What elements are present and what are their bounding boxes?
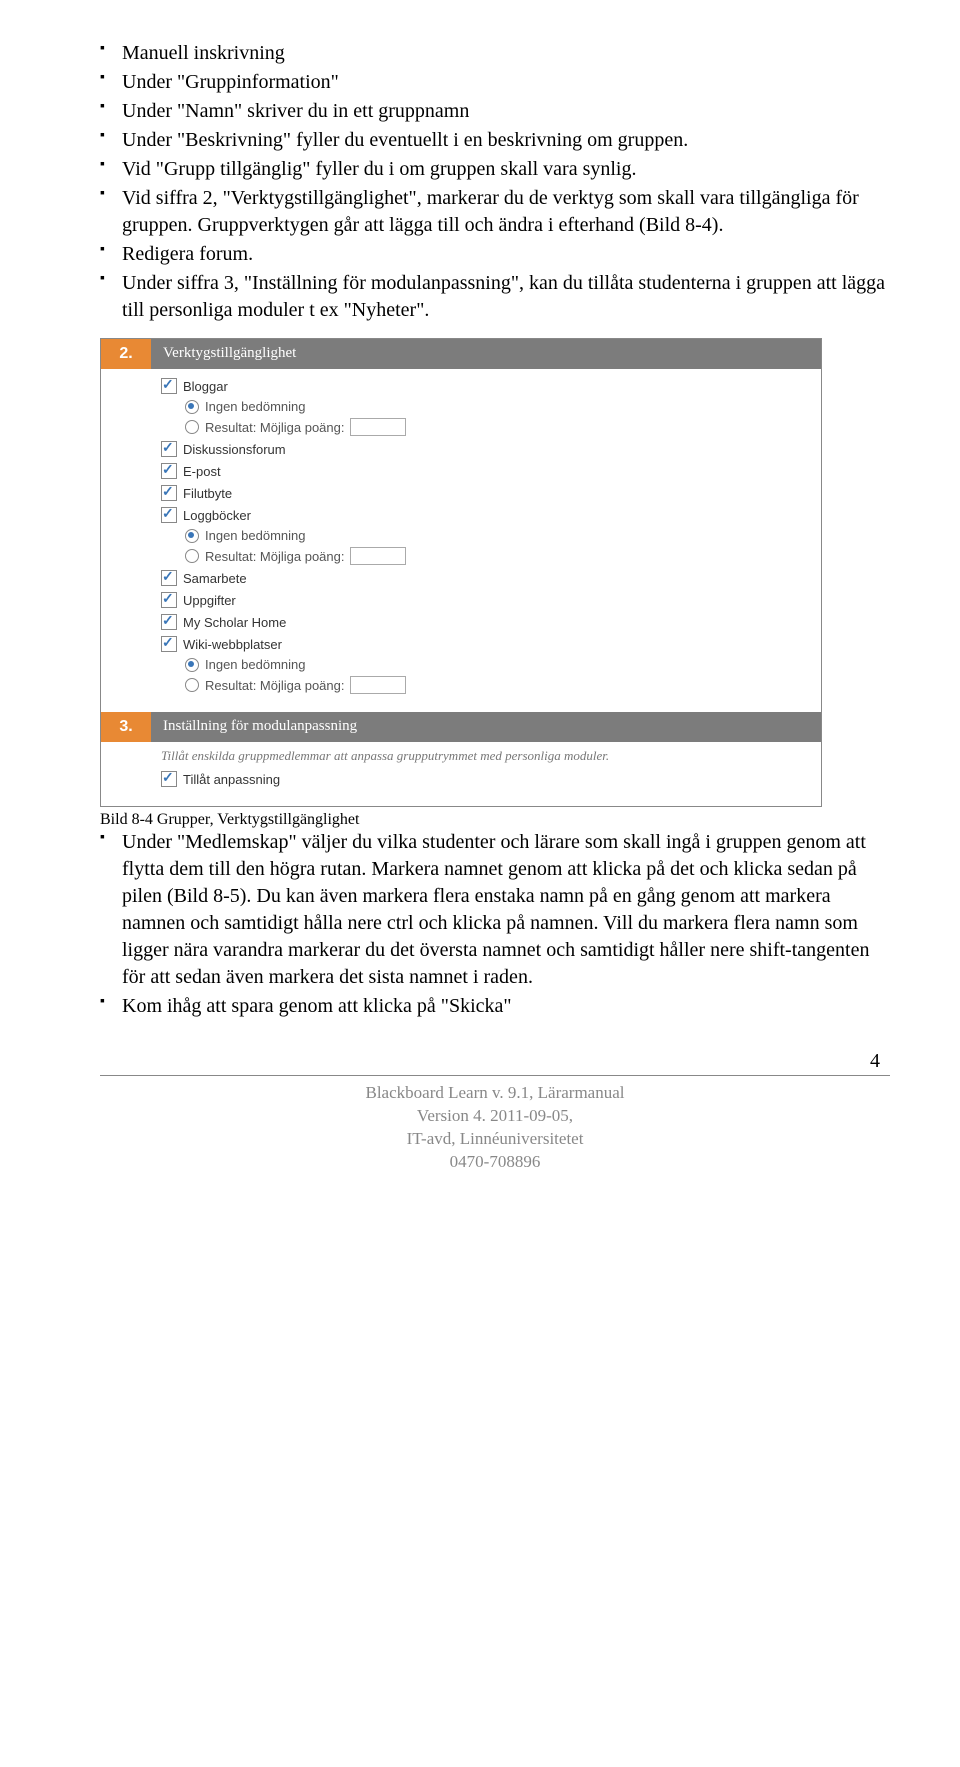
bottom-bullet-list: Under "Medlemskap" väljer du vilka stude… [100, 829, 890, 1020]
tool-8-radio-0[interactable] [185, 658, 199, 672]
section-2-number: 2. [101, 339, 151, 369]
tool-8-radio-1[interactable] [185, 678, 199, 692]
section-3-body: Tillåt anpassning [101, 768, 821, 806]
tool-row-5: Samarbete [161, 567, 811, 589]
tool-checkbox-8[interactable] [161, 636, 177, 652]
tool-4-radio-row-0: Ingen bedömning [161, 526, 811, 545]
tool-label-5: Samarbete [183, 571, 247, 586]
tool-label-3: Filutbyte [183, 486, 232, 501]
tool-checkbox-6[interactable] [161, 592, 177, 608]
tool-row-2: E-post [161, 460, 811, 482]
tool-checkbox-3[interactable] [161, 485, 177, 501]
tool-row-7: My Scholar Home [161, 611, 811, 633]
allow-customization-label: Tillåt anpassning [183, 772, 280, 787]
tool-row-8: Wiki-webbplatser [161, 633, 811, 655]
tool-label-0: Bloggar [183, 379, 228, 394]
top-bullet-1: Under "Gruppinformation" [100, 69, 890, 96]
tool-0-radio-label-1: Resultat: Möjliga poäng: [205, 420, 344, 435]
tool-label-2: E-post [183, 464, 221, 479]
tool-4-radio-row-1: Resultat: Möjliga poäng: [161, 545, 811, 567]
tool-row-1: Diskussionsforum [161, 438, 811, 460]
tool-label-7: My Scholar Home [183, 615, 286, 630]
tool-checkbox-0[interactable] [161, 378, 177, 394]
tool-4-radio-label-0: Ingen bedömning [205, 528, 305, 543]
tool-0-radio-label-0: Ingen bedömning [205, 399, 305, 414]
section-3-title: Inställning för modulanpassning [151, 712, 821, 742]
top-bullet-list: Manuell inskrivningUnder "Gruppinformati… [100, 40, 890, 324]
tool-row-4: Loggböcker [161, 504, 811, 526]
top-bullet-6: Redigera forum. [100, 241, 890, 268]
tool-label-6: Uppgifter [183, 593, 236, 608]
tool-checkbox-2[interactable] [161, 463, 177, 479]
tool-8-radio-label-0: Ingen bedömning [205, 657, 305, 672]
footer-divider [100, 1075, 890, 1076]
bottom-bullet-0: Under "Medlemskap" väljer du vilka stude… [100, 829, 890, 991]
section-2-title: Verktygstillgänglighet [151, 339, 821, 369]
tool-label-8: Wiki-webbplatser [183, 637, 282, 652]
embedded-ui-screenshot: 2. Verktygstillgänglighet Bloggar Ingen b… [100, 338, 822, 807]
tool-0-radio-0[interactable] [185, 400, 199, 414]
bottom-bullet-1: Kom ihåg att spara genom att klicka på "… [100, 993, 890, 1020]
figure-caption: Bild 8-4 Grupper, Verktygstillgänglighet [100, 811, 890, 829]
tool-4-radio-1[interactable] [185, 549, 199, 563]
top-bullet-4: Vid "Grupp tillgänglig" fyller du i om g… [100, 156, 890, 183]
tool-label-1: Diskussionsforum [183, 442, 286, 457]
footer-text: Blackboard Learn v. 9.1, LärarmanualVers… [100, 1082, 890, 1204]
tool-8-radio-row-0: Ingen bedömning [161, 655, 811, 674]
tool-checkbox-4[interactable] [161, 507, 177, 523]
tool-0-radio-1[interactable] [185, 420, 199, 434]
top-bullet-3: Under "Beskrivning" fyller du eventuellt… [100, 127, 890, 154]
tool-checkbox-7[interactable] [161, 614, 177, 630]
page-number: 4 [100, 1050, 890, 1073]
footer-line-3: 0470-708896 [100, 1151, 890, 1174]
tool-checkbox-1[interactable] [161, 441, 177, 457]
top-bullet-7: Under siffra 3, "Inställning för modulan… [100, 270, 890, 324]
footer-line-1: Version 4. 2011-09-05, [100, 1105, 890, 1128]
section-3-description: Tillåt enskilda gruppmedlemmar att anpas… [101, 742, 821, 768]
allow-customization-row: Tillåt anpassning [161, 768, 811, 790]
section-2-body: Bloggar Ingen bedömning Resultat: Möjliga … [101, 369, 821, 712]
tool-8-points-input-1[interactable] [350, 676, 406, 694]
section-2-header: 2. Verktygstillgänglighet [101, 339, 821, 369]
footer-line-0: Blackboard Learn v. 9.1, Lärarmanual [100, 1082, 890, 1105]
top-bullet-2: Under "Namn" skriver du in ett gruppnamn [100, 98, 890, 125]
section-3-header: 3. Inställning för modulanpassning [101, 712, 821, 742]
top-bullet-5: Vid siffra 2, "Verktygstillgänglighet", … [100, 185, 890, 239]
footer-line-2: IT-avd, Linnéuniversitetet [100, 1128, 890, 1151]
tool-4-points-input-1[interactable] [350, 547, 406, 565]
tool-4-radio-label-1: Resultat: Möjliga poäng: [205, 549, 344, 564]
allow-customization-checkbox[interactable] [161, 771, 177, 787]
top-bullet-0: Manuell inskrivning [100, 40, 890, 67]
tool-checkbox-5[interactable] [161, 570, 177, 586]
tool-8-radio-label-1: Resultat: Möjliga poäng: [205, 678, 344, 693]
tool-row-6: Uppgifter [161, 589, 811, 611]
tool-row-0: Bloggar [161, 375, 811, 397]
tool-0-radio-row-0: Ingen bedömning [161, 397, 811, 416]
section-3-number: 3. [101, 712, 151, 742]
tool-0-radio-row-1: Resultat: Möjliga poäng: [161, 416, 811, 438]
tool-8-radio-row-1: Resultat: Möjliga poäng: [161, 674, 811, 696]
tool-label-4: Loggböcker [183, 508, 251, 523]
tool-4-radio-0[interactable] [185, 529, 199, 543]
tool-0-points-input-1[interactable] [350, 418, 406, 436]
tool-row-3: Filutbyte [161, 482, 811, 504]
